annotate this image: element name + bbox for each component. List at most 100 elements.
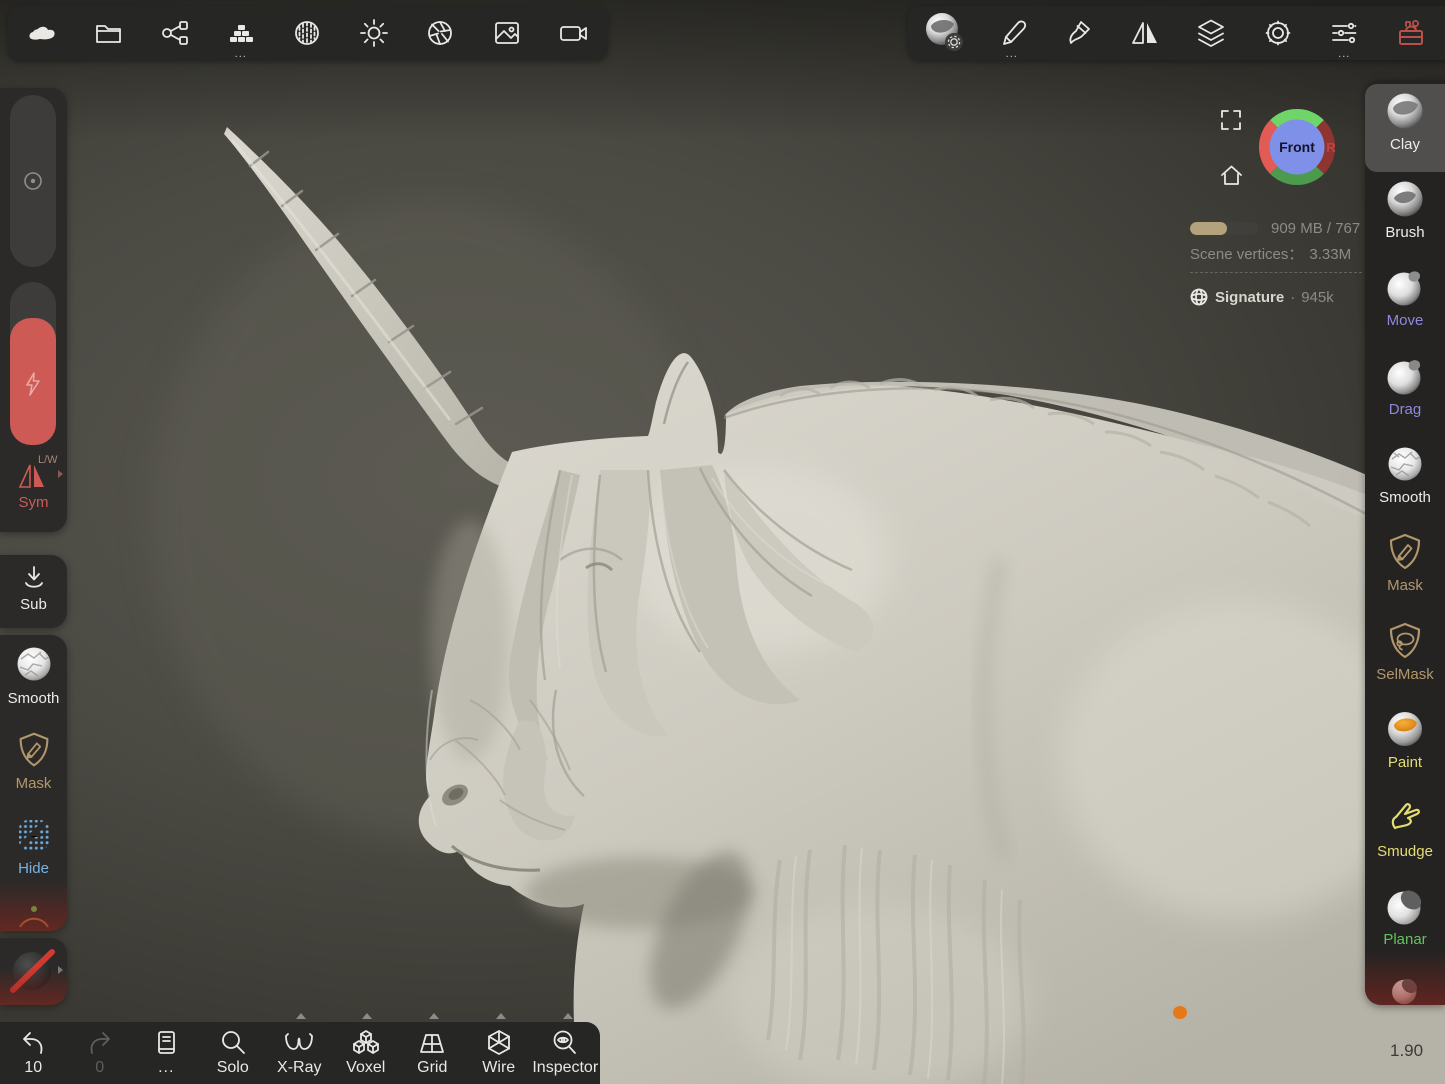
tool-label: Smudge [1377,843,1433,860]
tool-smooth[interactable]: Smooth [1365,437,1445,525]
layers-button[interactable] [1178,6,1245,60]
scene-vertices: Scene vertices：3.33M [1190,243,1351,264]
smudge-tool-icon [1382,795,1428,841]
background-image-button[interactable] [474,6,541,60]
sub-label: Sub [20,596,47,613]
wire-button[interactable]: Wire [466,1022,533,1084]
intensity-lightning-icon [23,372,43,396]
tool-label: SelMask [1376,666,1434,683]
tool-label: Planar [1383,931,1426,948]
quick-mask[interactable]: Mask [0,728,67,792]
intensity-slider[interactable] [10,282,56,445]
quick-gizmo-partial[interactable] [0,897,67,931]
matcap-button[interactable] [274,6,341,60]
radius-slider[interactable] [10,95,56,267]
zoom-level: 1.90 [1390,1041,1423,1061]
bake-layers-button[interactable]: ... [208,6,275,60]
tool-brush[interactable]: Brush [1365,172,1445,260]
wire-options-caret[interactable] [496,1013,506,1019]
wire-label: Wire [482,1059,515,1077]
grid-button[interactable]: Grid [399,1022,466,1084]
signature-row: Signature · 945k [1190,288,1334,306]
voxel-button[interactable]: Voxel [333,1022,400,1084]
material-panel [0,938,67,1005]
tool-paint[interactable]: Paint [1365,702,1445,790]
bottom-toolbar: 10 0 ... Solo X-Ray Voxel Grid Wire Insp… [0,1022,600,1084]
material-expand-arrow [58,966,63,974]
tool-label: Move [1387,312,1424,329]
move-tool-icon [1382,264,1428,310]
more-dots: ... [979,49,1046,59]
stroke-indicator-dot [1173,1006,1187,1019]
undo-count: 10 [24,1059,42,1077]
pencil-stroke-button[interactable]: ... [979,6,1046,60]
gizmo-right-label: R [1326,140,1336,155]
symmetry-button[interactable] [1112,6,1179,60]
drag-tool-icon [1382,353,1428,399]
memory-text: 909 MB / 767 M [1271,220,1365,236]
quick-smooth-label: Smooth [8,690,60,707]
fullscreen-icon[interactable] [1219,108,1243,132]
planar-tool-icon [1382,883,1428,929]
quick-hide[interactable]: Hide [0,813,67,877]
tool-selmask[interactable]: SelMask [1365,614,1445,702]
tool-drag[interactable]: Drag [1365,349,1445,437]
no-material-button[interactable] [8,946,56,999]
no-material-icon [8,946,56,994]
tool-label: Smooth [1379,489,1431,506]
grid-options-caret[interactable] [429,1013,439,1019]
top-left-toolbar: ... [8,6,608,60]
parameters-sliders-button[interactable]: ... [1311,6,1378,60]
wireframe-sphere-icon [1190,288,1208,306]
camera-button[interactable] [540,6,607,60]
notes-button[interactable]: ... [133,1022,200,1084]
sub-panel: Sub [0,555,67,628]
smooth-tool-icon [1382,441,1428,487]
paint-settings-button[interactable] [1045,6,1112,60]
open-folder-button[interactable] [75,6,142,60]
scene-graph-button[interactable] [141,6,208,60]
material-sphere-button[interactable] [912,6,979,60]
settings-gear-button[interactable] [1245,6,1312,60]
notes-more-label: ... [158,1059,174,1077]
tool-label: Clay [1390,136,1420,153]
lighting-button[interactable] [341,6,408,60]
memory-bar-fill [1190,222,1227,235]
sub-toggle[interactable]: Sub [0,563,67,613]
grid-label: Grid [417,1059,447,1077]
inspector-options-caret[interactable] [563,1013,573,1019]
selmask-tool-icon [1382,618,1428,664]
tool-clay[interactable]: Clay [1365,84,1445,172]
stroke-settings-panel: L/W Sym [0,88,67,532]
tool-smudge[interactable]: Smudge [1365,791,1445,879]
sym-label: Sym [0,494,67,511]
mask-tool-icon [1382,529,1428,575]
mask-quick-icon [12,728,56,772]
orientation-gizmo[interactable]: Front R [1255,105,1339,189]
redo-count: 0 [95,1059,104,1077]
sub-icon [19,563,49,593]
quick-smooth[interactable]: Smooth [0,641,67,707]
inspector-button[interactable]: Inspector [532,1022,599,1084]
tool-label: Paint [1388,754,1422,771]
signature-label: Signature [1215,289,1284,306]
voxel-options-caret[interactable] [362,1013,372,1019]
app-logo-button[interactable] [8,6,75,60]
home-view-icon[interactable] [1219,163,1244,188]
tool-planar[interactable]: Planar [1365,879,1445,967]
postprocess-button[interactable] [407,6,474,60]
undo-button[interactable]: 10 [0,1022,67,1084]
xray-options-caret[interactable] [296,1013,306,1019]
redo-button[interactable]: 0 [67,1022,134,1084]
solo-button[interactable]: Solo [200,1022,267,1084]
tool-label: Mask [1387,577,1423,594]
xray-button[interactable]: X-Ray [266,1022,333,1084]
tool-move[interactable]: Move [1365,260,1445,348]
toolbox-button[interactable] [1378,6,1445,60]
tool-flatten-partial[interactable] [1365,968,1445,1006]
symmetry-toggle[interactable]: L/W Sym [0,454,67,524]
quick-mask-label: Mask [16,775,52,792]
tool-mask[interactable]: Mask [1365,525,1445,613]
xray-label: X-Ray [277,1059,321,1077]
paint-tool-icon [1382,706,1428,752]
